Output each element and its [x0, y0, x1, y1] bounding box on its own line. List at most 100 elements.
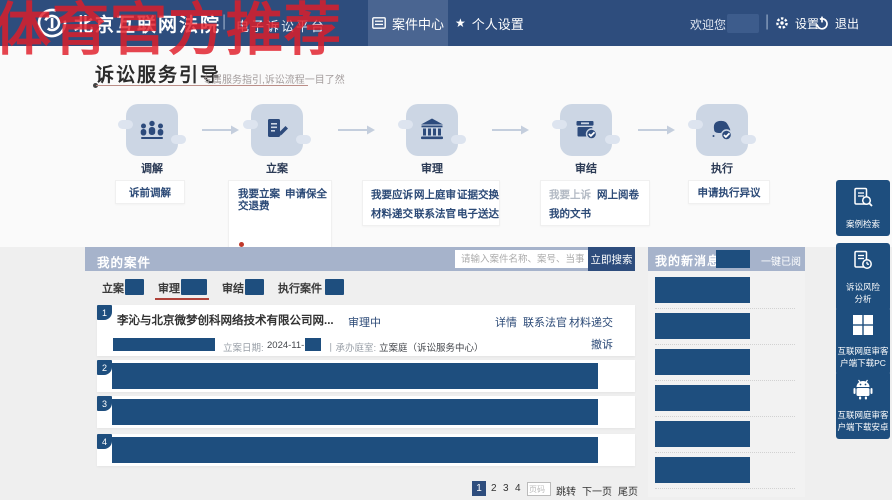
sidebar-risk-analysis-button[interactable]: 诉讼风险分析	[836, 243, 890, 311]
logout-button[interactable]: 退出	[815, 0, 859, 46]
pc-download-label-line1: 互联网庭审客	[836, 345, 890, 357]
my-cases-title: 我的案件	[97, 252, 151, 271]
message-divider	[655, 488, 795, 489]
case-row-1[interactable]: 1 李沁与北京微梦创科网络技术有限公司网... 审理中 详情 联系法官 材料递交…	[97, 305, 635, 356]
link-my-documents[interactable]: 我的文书	[549, 206, 591, 221]
platform-name: 电子诉讼平台	[236, 16, 326, 35]
android-download-label-line1: 互联网庭审客	[836, 409, 890, 421]
gear-icon	[775, 16, 789, 30]
page-1-button[interactable]: 1	[472, 481, 486, 496]
court-logo-icon	[36, 7, 68, 39]
message-item-redacted[interactable]	[655, 313, 750, 339]
messages-title: 我的新消息	[655, 252, 720, 269]
page-2-button[interactable]: 2	[491, 483, 497, 494]
link-submit-materials[interactable]: 材料递交	[371, 206, 413, 221]
tab-closed-count-redacted	[245, 279, 264, 295]
case-search-input[interactable]	[455, 250, 591, 268]
message-item-redacted[interactable]	[655, 457, 750, 483]
risk-analysis-label-line2: 分析	[836, 293, 890, 305]
case-row-2[interactable]: 2	[97, 360, 635, 392]
link-pre-mediation[interactable]: 诉前调解	[129, 185, 171, 200]
search-button[interactable]: 立即搜索	[588, 247, 635, 271]
message-divider	[655, 344, 795, 345]
sidebar-pc-download-button[interactable]: 互联网庭审客户端下载PC	[836, 307, 890, 375]
link-apply-preservation[interactable]: 申请保全	[285, 186, 327, 201]
nav-personal-settings[interactable]: ★ 个人设置	[455, 0, 524, 46]
stage-tile-trial	[406, 104, 458, 156]
case-content-redacted	[112, 363, 598, 389]
link-evidence-exchange[interactable]: 证据交换	[457, 187, 499, 202]
link-execution-objection[interactable]: 申请执行异议	[698, 185, 761, 200]
case-row-3[interactable]: 3	[97, 396, 635, 428]
tab-filing[interactable]: 立案	[102, 280, 124, 296]
hand-check-icon	[708, 116, 736, 144]
personal-settings-label: 个人设置	[472, 14, 524, 33]
link-file-case[interactable]: 我要立案	[238, 186, 280, 201]
arrow-icon	[636, 124, 676, 136]
next-page-button[interactable]: 下一页	[582, 483, 612, 498]
case-center-icon	[372, 17, 386, 29]
sidebar-android-download-button[interactable]: 互联网庭审客户端下载安卓	[836, 371, 890, 439]
department-label: 丨承办庭室:	[326, 340, 376, 354]
card-filing-links: 我要立案 申请保全 交退费	[228, 180, 332, 252]
message-item-redacted[interactable]	[655, 349, 750, 375]
link-e-delivery[interactable]: 电子送达	[457, 206, 499, 221]
android-download-label-line2: 户端下载安卓	[836, 421, 890, 433]
unread-count-redacted	[716, 250, 750, 268]
stage-label-filing: 立案	[247, 160, 307, 176]
stage-tile-mediation	[126, 104, 178, 156]
message-divider	[655, 308, 795, 309]
action-detail[interactable]: 详情	[495, 314, 517, 330]
page-3-button[interactable]: 3	[503, 483, 509, 494]
messages-header: 我的新消息 一键已阅	[648, 247, 805, 271]
document-risk-icon	[852, 250, 874, 272]
windows-icon	[852, 314, 874, 336]
my-cases-header: 我的案件 立即搜索	[85, 247, 635, 271]
link-online-trial[interactable]: 网上庭审	[414, 187, 456, 202]
pc-download-label-line2: 户端下载PC	[836, 357, 890, 369]
stage-tile-filing	[251, 104, 303, 156]
link-online-reading[interactable]: 网上阅卷	[597, 187, 639, 202]
message-item-redacted[interactable]	[655, 421, 750, 447]
stage-tile-closure	[560, 104, 612, 156]
page-4-button[interactable]: 4	[515, 483, 521, 494]
page: 北京互联网法院 | 电子诉讼平台 案件中心 ★ 个人设置 欢迎您, | 设置	[0, 0, 892, 500]
filing-date-label: 立案日期:	[223, 340, 264, 354]
message-item-redacted[interactable]	[655, 385, 750, 411]
jump-button[interactable]: 跳转	[556, 483, 576, 498]
action-contact-judge[interactable]: 联系法官	[523, 314, 567, 330]
case-index-badge: 3	[97, 396, 112, 411]
message-item-redacted[interactable]	[655, 277, 750, 303]
case-index-badge: 2	[97, 360, 112, 375]
case-row-4[interactable]: 4	[97, 434, 635, 466]
link-contact-judge[interactable]: 联系法官	[414, 206, 456, 221]
nav-case-center[interactable]: 案件中心	[368, 0, 448, 46]
card-execution-links: 申请执行异议	[688, 180, 770, 204]
courthouse-icon	[418, 116, 446, 144]
department-value: 立案庭（诉讼服务中心）	[379, 340, 484, 354]
filing-day-redacted	[305, 338, 321, 351]
stage-label-mediation: 调解	[122, 160, 182, 176]
action-submit-materials[interactable]: 材料递交	[569, 314, 613, 330]
case-content-redacted	[112, 399, 598, 425]
arrow-icon	[490, 124, 530, 136]
logout-label: 退出	[835, 15, 859, 32]
link-appeal[interactable]: 我要上诉	[549, 187, 591, 202]
filing-date-value: 2024-11-	[267, 340, 304, 351]
link-respond-lawsuit[interactable]: 我要应诉	[371, 187, 413, 202]
settings-button[interactable]: 设置	[775, 0, 819, 46]
sidebar-case-search-button[interactable]: 案例检索	[836, 180, 890, 236]
tab-closed[interactable]: 审结	[222, 280, 244, 296]
message-divider	[655, 416, 795, 417]
mark-all-read-button[interactable]: 一键已阅	[761, 253, 801, 268]
tab-execution-count-redacted	[325, 279, 344, 295]
tab-execution-cases[interactable]: 执行案件	[278, 280, 322, 296]
link-pay-refund-fee[interactable]: 交退费	[238, 200, 250, 213]
last-page-button[interactable]: 尾页	[618, 483, 638, 498]
messages-panel: 我的新消息 一键已阅	[648, 247, 805, 497]
header-bar: 北京互联网法院 | 电子诉讼平台 案件中心 ★ 个人设置 欢迎您, | 设置	[0, 0, 892, 46]
card-mediation-links: 诉前调解	[115, 180, 185, 204]
page-jump-input[interactable]	[527, 482, 551, 496]
tab-trial[interactable]: 审理	[158, 280, 180, 296]
action-withdraw[interactable]: 撤诉	[591, 336, 613, 352]
